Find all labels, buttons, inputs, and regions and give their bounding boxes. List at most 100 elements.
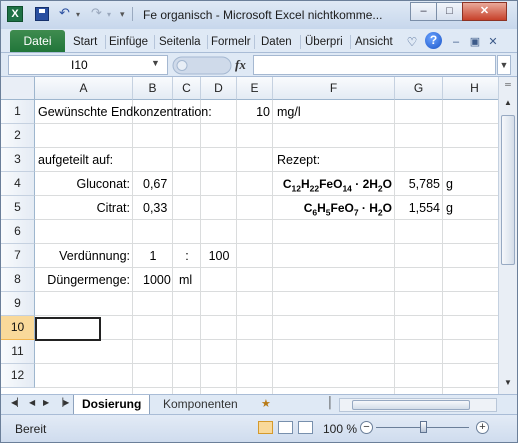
cell-d7[interactable]: 100 <box>201 244 237 268</box>
row-header-selected[interactable]: 10 <box>1 316 35 340</box>
qat-separator <box>132 7 133 21</box>
vertical-scroll-thumb[interactable] <box>501 115 515 265</box>
zoom-slider-thumb[interactable] <box>420 421 427 433</box>
name-box[interactable]: I10 <box>8 55 168 75</box>
formula-input[interactable] <box>253 55 496 75</box>
cell-g4[interactable]: 5,785 <box>395 172 440 196</box>
redo-icon[interactable]: ↷ <box>91 5 102 21</box>
cell-h4[interactable]: g <box>446 172 453 196</box>
row-header[interactable]: 6 <box>1 220 35 244</box>
cell-g5[interactable]: 1,554 <box>395 196 440 220</box>
scroll-split-icon[interactable]: ═ <box>500 77 516 93</box>
worksheet-grid[interactable]: A B C D E F G H 1 2 3 4 5 6 7 8 9 10 11 … <box>1 77 498 394</box>
zoom-level[interactable]: 100 % <box>323 422 357 436</box>
first-sheet-icon[interactable]: ◀▏ <box>11 398 23 407</box>
cell-h5[interactable]: g <box>446 196 453 220</box>
vertical-scrollbar[interactable]: ═ ▲ ▼ <box>498 77 517 394</box>
scroll-up-icon[interactable]: ▲ <box>500 95 516 111</box>
zoom-out-button[interactable]: − <box>360 421 373 434</box>
column-header-b[interactable]: B <box>133 77 173 100</box>
expand-formula-bar-icon[interactable]: ▼ <box>497 55 511 75</box>
maximize-button[interactable]: □ <box>436 2 463 21</box>
sheet-tab-dosierung[interactable]: Dosierung <box>73 395 151 414</box>
cell-f4-formula[interactable]: C12H22FeO14 · 2H2O <box>273 172 392 196</box>
workbook-close-icon[interactable]: ✕ <box>487 33 499 51</box>
tab-start[interactable]: Start <box>73 33 103 51</box>
tab-view[interactable]: Ansicht <box>355 33 397 51</box>
redo-dropdown-icon[interactable]: ▾ <box>107 10 111 19</box>
ribbon-minimize-icon[interactable]: ♡ <box>405 33 419 51</box>
row-header[interactable]: 5 <box>1 196 35 220</box>
insert-sheet-icon[interactable]: ★ <box>261 397 271 410</box>
undo-dropdown-icon[interactable]: ▾ <box>76 10 80 19</box>
tab-data[interactable]: Daten <box>261 33 295 51</box>
column-header-g[interactable]: G <box>395 77 443 100</box>
cell-b7[interactable]: 1 <box>133 244 173 268</box>
cell-a8[interactable]: Düngermenge: <box>35 268 130 292</box>
close-button[interactable]: ✕ <box>462 2 507 21</box>
cell-b8[interactable]: 1000 <box>143 268 171 292</box>
horizontal-scroll-thumb[interactable] <box>352 400 470 410</box>
column-header-h[interactable]: H <box>443 77 498 100</box>
save-icon[interactable] <box>35 7 49 21</box>
row-header[interactable]: 9 <box>1 292 35 316</box>
column-header-a[interactable]: A <box>35 77 133 100</box>
excel-icon[interactable]: X <box>7 6 23 22</box>
undo-icon[interactable]: ↶ <box>59 5 70 21</box>
help-icon[interactable]: ? <box>425 32 442 49</box>
row-header[interactable]: 2 <box>1 124 35 148</box>
status-text: Bereit <box>15 422 47 436</box>
cell-a5[interactable]: Citrat: <box>35 196 130 220</box>
formula-bar: I10 ▼ fx ▼ <box>1 53 517 77</box>
page-break-preview-icon[interactable] <box>298 421 313 434</box>
horizontal-scrollbar[interactable] <box>339 398 497 412</box>
cell-a4[interactable]: Gluconat: <box>35 172 130 196</box>
cell-f3[interactable]: Rezept: <box>277 148 320 172</box>
workbook-restore-icon[interactable]: ▣ <box>469 33 481 51</box>
last-sheet-icon[interactable]: ▕▶ <box>57 398 69 407</box>
row-header[interactable]: 12 <box>1 364 35 388</box>
cell-a7[interactable]: Verdünnung: <box>35 244 130 268</box>
row-header[interactable]: 1 <box>1 100 35 124</box>
prev-sheet-icon[interactable]: ◀ <box>29 398 35 407</box>
tab-file[interactable]: Datei <box>10 30 65 52</box>
title-bar: X ↶ ▾ ↷ ▾ ▾ Fe organisch - Microsoft Exc… <box>1 1 517 29</box>
row-header[interactable]: 11 <box>1 340 35 364</box>
cell-c8[interactable]: ml <box>179 268 192 292</box>
cell-e1[interactable]: 10 <box>237 100 270 124</box>
column-header-e[interactable]: E <box>237 77 273 100</box>
sheet-tab-komponenten[interactable]: Komponenten <box>155 395 246 414</box>
tab-formulas[interactable]: Formelr <box>211 33 251 51</box>
customize-qat-icon[interactable]: ▾ <box>120 9 125 20</box>
normal-view-icon[interactable] <box>258 421 273 434</box>
cell-a1[interactable]: Gewünschte Endkonzentration: <box>38 100 212 124</box>
minimize-button[interactable]: – <box>410 2 437 21</box>
select-all-button[interactable] <box>1 77 35 100</box>
scroll-down-icon[interactable]: ▼ <box>500 375 516 391</box>
cell-b5[interactable]: 0,33 <box>143 196 167 220</box>
row-header[interactable]: 3 <box>1 148 35 172</box>
tab-insert[interactable]: Einfüge <box>109 33 151 51</box>
column-header-f[interactable]: F <box>273 77 395 100</box>
row-header[interactable]: 4 <box>1 172 35 196</box>
cell-a3[interactable]: aufgeteilt auf: <box>38 148 113 172</box>
row-header[interactable]: 7 <box>1 244 35 268</box>
cell-f1[interactable]: mg/l <box>277 100 301 124</box>
column-header-d[interactable]: D <box>201 77 237 100</box>
zoom-in-button[interactable]: + <box>476 421 489 434</box>
cell-b4[interactable]: 0,67 <box>143 172 167 196</box>
name-box-dropdown-icon[interactable]: ▼ <box>151 58 160 68</box>
tab-review[interactable]: Überpri <box>305 33 347 51</box>
next-sheet-icon[interactable]: ▶ <box>43 398 49 407</box>
page-layout-view-icon[interactable] <box>278 421 293 434</box>
row-header[interactable]: 8 <box>1 268 35 292</box>
tab-page-layout[interactable]: Seitenla <box>159 33 205 51</box>
status-bar: Bereit 100 % − + <box>1 414 517 442</box>
insert-function-icon[interactable]: fx <box>235 57 246 73</box>
excel-window: X ↶ ▾ ↷ ▾ ▾ Fe organisch - Microsoft Exc… <box>0 0 518 443</box>
column-header-c[interactable]: C <box>173 77 201 100</box>
cell-f5-formula[interactable]: C6H5FeO7 · H2O <box>273 196 392 220</box>
tab-split-handle[interactable]: │ <box>327 397 334 409</box>
workbook-minimize-icon[interactable]: – <box>450 33 462 51</box>
cell-c7[interactable]: : <box>173 244 201 268</box>
